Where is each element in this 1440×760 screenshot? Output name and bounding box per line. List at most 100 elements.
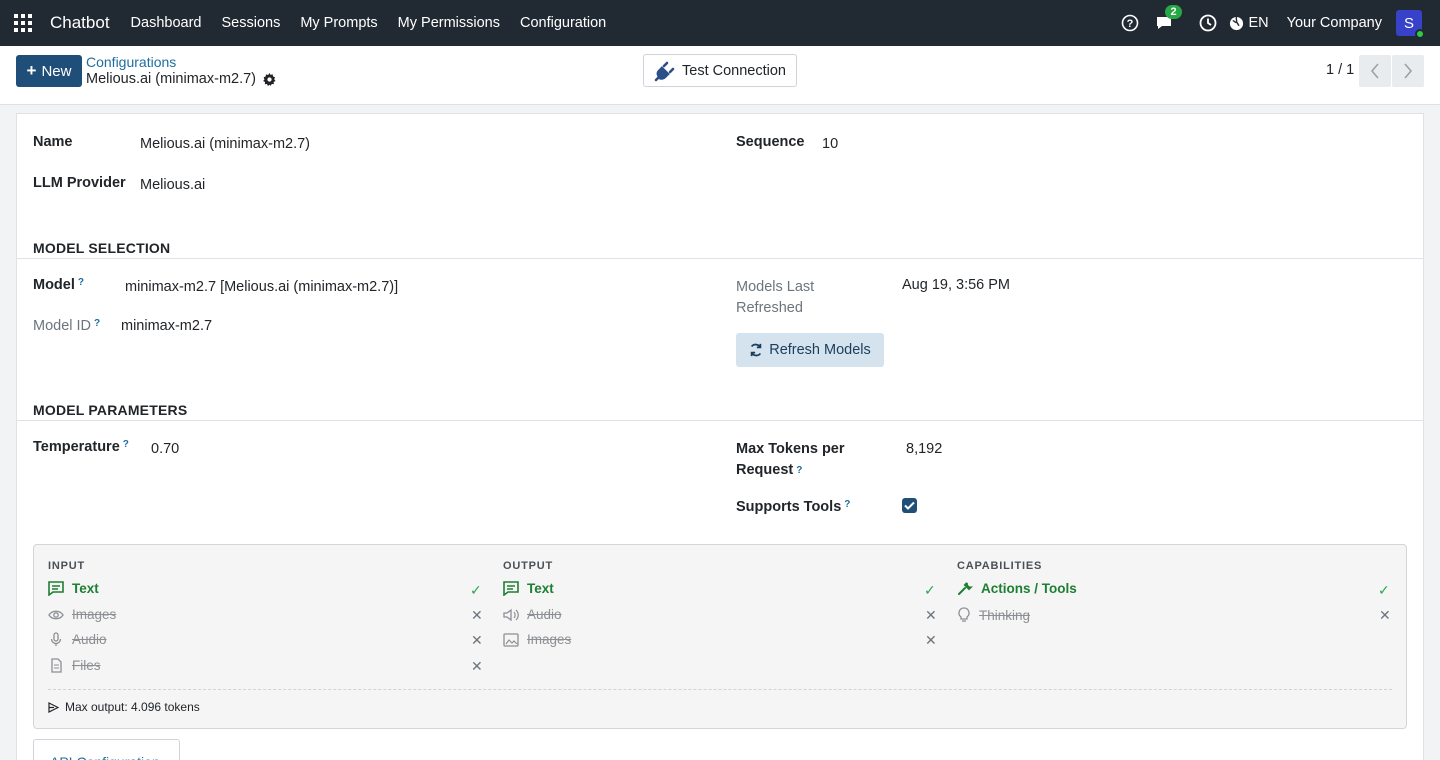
disabled-x-icon: ✕ [925, 632, 937, 648]
nav-sessions[interactable]: Sessions [221, 15, 280, 31]
chat-icon [48, 581, 64, 596]
max-tokens-label: Max Tokens per Request? [736, 441, 845, 478]
input-column-title: INPUT [48, 560, 85, 572]
enabled-check-icon: ✓ [924, 582, 936, 598]
help-icon[interactable]: ? [844, 499, 850, 510]
help-icon[interactable]: ? [123, 439, 129, 450]
chevron-right-icon [1404, 63, 1413, 79]
language-selector[interactable]: EN [1229, 15, 1269, 31]
disabled-x-icon: ✕ [471, 607, 483, 623]
pager-value[interactable]: 1 / 1 [1326, 62, 1354, 78]
dashed-divider [48, 689, 1392, 690]
disabled-x-icon: ✕ [471, 658, 483, 674]
nav-dashboard[interactable]: Dashboard [131, 15, 202, 31]
provider-field[interactable]: Melious.ai [140, 177, 205, 193]
refresh-icon [750, 343, 762, 357]
file-icon [51, 658, 62, 673]
checkmark-icon [904, 501, 915, 510]
capabilities-box: INPUT OUTPUT CAPABILITIES Text ✓ Images … [33, 544, 1407, 729]
apps-menu-icon[interactable] [0, 0, 46, 46]
output-audio-item: Audio [503, 607, 562, 622]
input-audio-item: Audio [48, 632, 107, 647]
models-last-refreshed-value: Aug 19, 3:56 PM [902, 277, 1011, 293]
disabled-x-icon: ✕ [471, 632, 483, 648]
model-id-label: Model ID? [33, 318, 101, 334]
record-title: Melious.ai (minimax-m2.7) [86, 71, 276, 87]
lightbulb-icon [958, 607, 970, 622]
input-files-item: Files [48, 658, 101, 673]
sequence-field[interactable]: 10 [822, 136, 838, 152]
chevron-left-icon [1370, 63, 1379, 79]
model-label: Model? [33, 277, 84, 293]
svg-text:?: ? [1127, 18, 1134, 30]
plus-icon: + [26, 61, 37, 80]
new-button[interactable]: + New [16, 55, 82, 87]
name-field[interactable]: Melious.ai (minimax-m2.7) [140, 136, 310, 152]
form-sheet: Name Melious.ai (minimax-m2.7) LLM Provi… [16, 113, 1424, 760]
sequence-label: Sequence [736, 134, 805, 150]
capability-thinking-item: Thinking [957, 607, 1030, 623]
help-icon[interactable]: ? [1121, 14, 1139, 32]
avatar-letter: S [1403, 14, 1414, 32]
microphone-icon [50, 632, 62, 646]
eye-icon [48, 610, 64, 619]
model-field[interactable]: minimax-m2.7 [Melious.ai (minimax-m2.7)] [125, 279, 398, 295]
app-brand[interactable]: Chatbot [50, 13, 110, 33]
nav-my-permissions[interactable]: My Permissions [398, 15, 500, 31]
help-icon[interactable]: ? [78, 277, 84, 288]
plug-icon [654, 61, 675, 81]
name-label: Name [33, 134, 73, 150]
section-divider [17, 420, 1423, 421]
max-output-info: Max output: 4.096 tokens [48, 700, 200, 714]
send-icon [48, 701, 59, 713]
section-divider [17, 258, 1423, 259]
model-parameters-title: MODEL PARAMETERS [33, 402, 188, 418]
capability-actions-tools-item: Actions / Tools [957, 581, 1077, 596]
activity-clock-icon[interactable] [1199, 14, 1217, 32]
record-title-text: Melious.ai (minimax-m2.7) [86, 71, 257, 87]
supports-tools-checkbox[interactable] [902, 498, 917, 513]
capabilities-column-title: CAPABILITIES [957, 560, 1043, 572]
models-last-refreshed-label: Models Last Refreshed [736, 279, 815, 316]
test-connection-label: Test Connection [682, 62, 786, 79]
nav-my-prompts[interactable]: My Prompts [300, 15, 377, 31]
gear-icon[interactable] [263, 72, 276, 86]
tab-api-configuration[interactable]: API Configuration [33, 739, 180, 760]
refresh-models-label: Refresh Models [769, 342, 871, 358]
wrench-icon [958, 582, 973, 595]
control-panel: + New Configurations Melious.ai (minimax… [0, 46, 1440, 105]
new-button-label: New [41, 62, 72, 80]
test-connection-button[interactable]: Test Connection [643, 54, 797, 87]
messages-icon[interactable]: 2 [1155, 5, 1182, 31]
enabled-check-icon: ✓ [1378, 582, 1390, 598]
pager-next-button[interactable] [1392, 55, 1424, 87]
user-avatar[interactable]: S [1396, 10, 1425, 39]
disabled-x-icon: ✕ [925, 607, 937, 623]
breadcrumb-configurations[interactable]: Configurations [86, 54, 176, 70]
message-count-badge: 2 [1165, 5, 1182, 19]
output-images-item: Images [503, 632, 571, 647]
temperature-field[interactable]: 0.70 [151, 441, 179, 457]
model-selection-title: MODEL SELECTION [33, 240, 171, 256]
output-text-item: Text [503, 581, 554, 596]
online-status-dot [1415, 29, 1425, 39]
refresh-models-button[interactable]: Refresh Models [736, 333, 884, 367]
help-icon[interactable]: ? [796, 465, 802, 476]
enabled-check-icon: ✓ [470, 582, 482, 598]
input-images-item: Images [48, 607, 116, 622]
help-icon[interactable]: ? [94, 318, 100, 329]
company-switcher[interactable]: Your Company [1287, 15, 1382, 31]
top-navbar: Chatbot Dashboard Sessions My Prompts My… [0, 0, 1440, 46]
input-text-item: Text [48, 581, 99, 596]
model-id-field: minimax-m2.7 [121, 318, 213, 334]
max-tokens-field[interactable]: 8,192 [906, 441, 942, 457]
globe-icon [1230, 16, 1244, 30]
temperature-label: Temperature? [33, 439, 129, 455]
nav-configuration[interactable]: Configuration [520, 15, 606, 31]
output-column-title: OUTPUT [503, 560, 554, 572]
supports-tools-label: Supports Tools? [736, 499, 851, 515]
disabled-x-icon: ✕ [1379, 607, 1391, 623]
speaker-icon [503, 608, 519, 621]
language-code: EN [1248, 15, 1269, 31]
pager-previous-button[interactable] [1359, 55, 1391, 87]
